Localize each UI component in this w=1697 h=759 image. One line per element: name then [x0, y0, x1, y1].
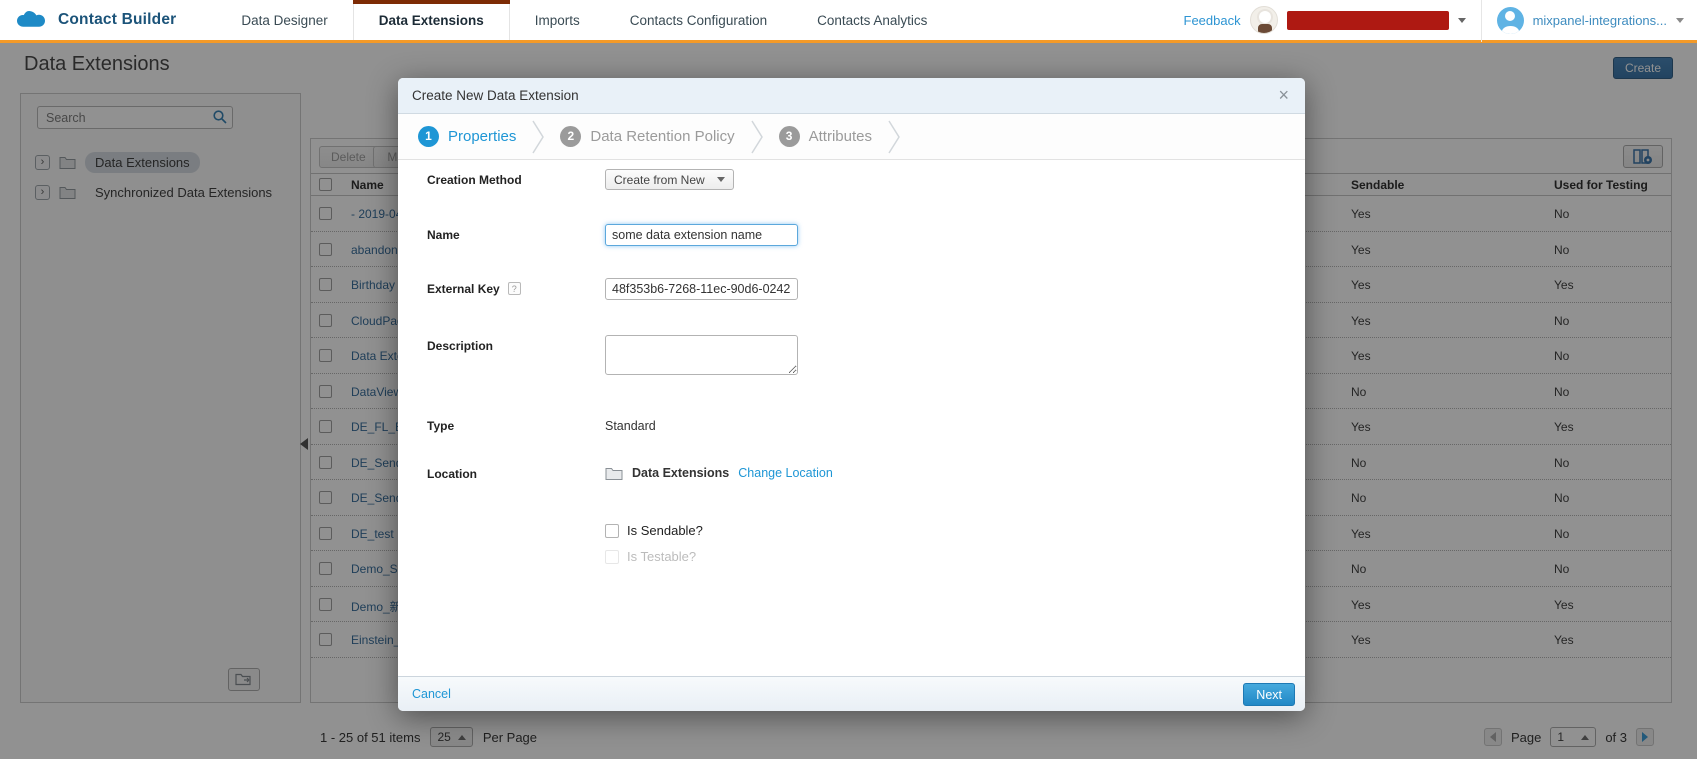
divider — [1481, 0, 1482, 42]
external-key-label-text: External Key — [427, 282, 500, 296]
feedback-link[interactable]: Feedback — [1184, 13, 1241, 28]
wizard-steps: 1 Properties 2 Data Retention Policy 3 A… — [398, 114, 1305, 160]
is-testable-checkbox — [605, 550, 619, 564]
step-label: Attributes — [809, 128, 872, 145]
external-key-input[interactable] — [605, 278, 798, 300]
type-label: Type — [427, 415, 605, 433]
einstein-avatar[interactable] — [1250, 6, 1278, 34]
location-label: Location — [427, 463, 605, 481]
change-location-link[interactable]: Change Location — [738, 466, 833, 480]
name-label: Name — [427, 224, 605, 246]
step-separator-chevron — [750, 117, 764, 157]
chevron-down-icon — [717, 177, 725, 182]
help-icon[interactable]: ? — [508, 282, 521, 295]
create-data-extension-modal: Create New Data Extension × 1 Properties… — [398, 78, 1305, 711]
top-nav: Contact Builder Data Designer Data Exten… — [0, 0, 1697, 43]
modal-title: Create New Data Extension — [412, 78, 579, 114]
account-chevron-down-icon[interactable] — [1676, 18, 1684, 23]
step-label: Properties — [448, 128, 516, 145]
app-title: Contact Builder — [58, 11, 176, 29]
external-key-label: External Key ? — [427, 278, 605, 300]
next-button[interactable]: Next — [1243, 683, 1295, 706]
tab-data-extensions[interactable]: Data Extensions — [353, 0, 510, 40]
is-testable-row: Is Testable? — [605, 549, 1305, 564]
chevron-down-icon[interactable] — [1458, 18, 1466, 23]
close-icon[interactable]: × — [1274, 78, 1293, 112]
is-sendable-checkbox[interactable] — [605, 524, 619, 538]
nav-tabs: Data Designer Data Extensions Imports Co… — [216, 0, 952, 40]
step-attributes[interactable]: 3 Attributes — [779, 126, 872, 147]
modal-header: Create New Data Extension × — [398, 78, 1305, 114]
creation-method-label: Creation Method — [427, 169, 605, 190]
type-value: Standard — [605, 415, 656, 433]
step-number: 2 — [560, 126, 581, 147]
step-properties[interactable]: 1 Properties — [418, 126, 516, 147]
creation-method-value: Create from New — [614, 173, 705, 187]
step-number: 3 — [779, 126, 800, 147]
modal-body: Creation Method Create from New Name Ext… — [398, 160, 1305, 564]
modal-footer: Cancel Next — [398, 676, 1305, 711]
step-data-retention-policy[interactable]: 2 Data Retention Policy — [560, 126, 734, 147]
account-name[interactable]: mixpanel-integrations... — [1533, 13, 1667, 28]
is-sendable-label: Is Sendable? — [627, 523, 703, 538]
location-value: Data Extensions — [632, 466, 729, 480]
folder-icon — [605, 467, 623, 480]
app-window: Contact Builder Data Designer Data Exten… — [0, 0, 1697, 759]
tab-contacts-analytics[interactable]: Contacts Analytics — [792, 0, 952, 40]
step-separator-chevron — [887, 117, 901, 157]
name-input[interactable] — [605, 224, 798, 246]
cancel-button[interactable]: Cancel — [412, 677, 451, 712]
step-label: Data Retention Policy — [590, 128, 734, 145]
user-avatar[interactable] — [1497, 7, 1524, 34]
is-sendable-row: Is Sendable? — [605, 523, 1305, 538]
is-testable-label: Is Testable? — [627, 549, 696, 564]
location-value-wrap: Data Extensions Change Location — [605, 463, 833, 481]
nav-right: Feedback mixpanel-integrations... — [1184, 0, 1697, 40]
description-label: Description — [427, 335, 605, 375]
tab-data-designer[interactable]: Data Designer — [216, 0, 352, 40]
salesforce-cloud-icon — [15, 9, 49, 31]
step-separator-chevron — [531, 117, 545, 157]
tab-contacts-configuration[interactable]: Contacts Configuration — [605, 0, 792, 40]
step-number: 1 — [418, 126, 439, 147]
tab-imports[interactable]: Imports — [510, 0, 605, 40]
description-textarea[interactable] — [605, 335, 798, 375]
creation-method-dropdown[interactable]: Create from New — [605, 169, 734, 190]
brand: Contact Builder — [0, 0, 216, 40]
redacted-account-block[interactable] — [1287, 11, 1449, 30]
